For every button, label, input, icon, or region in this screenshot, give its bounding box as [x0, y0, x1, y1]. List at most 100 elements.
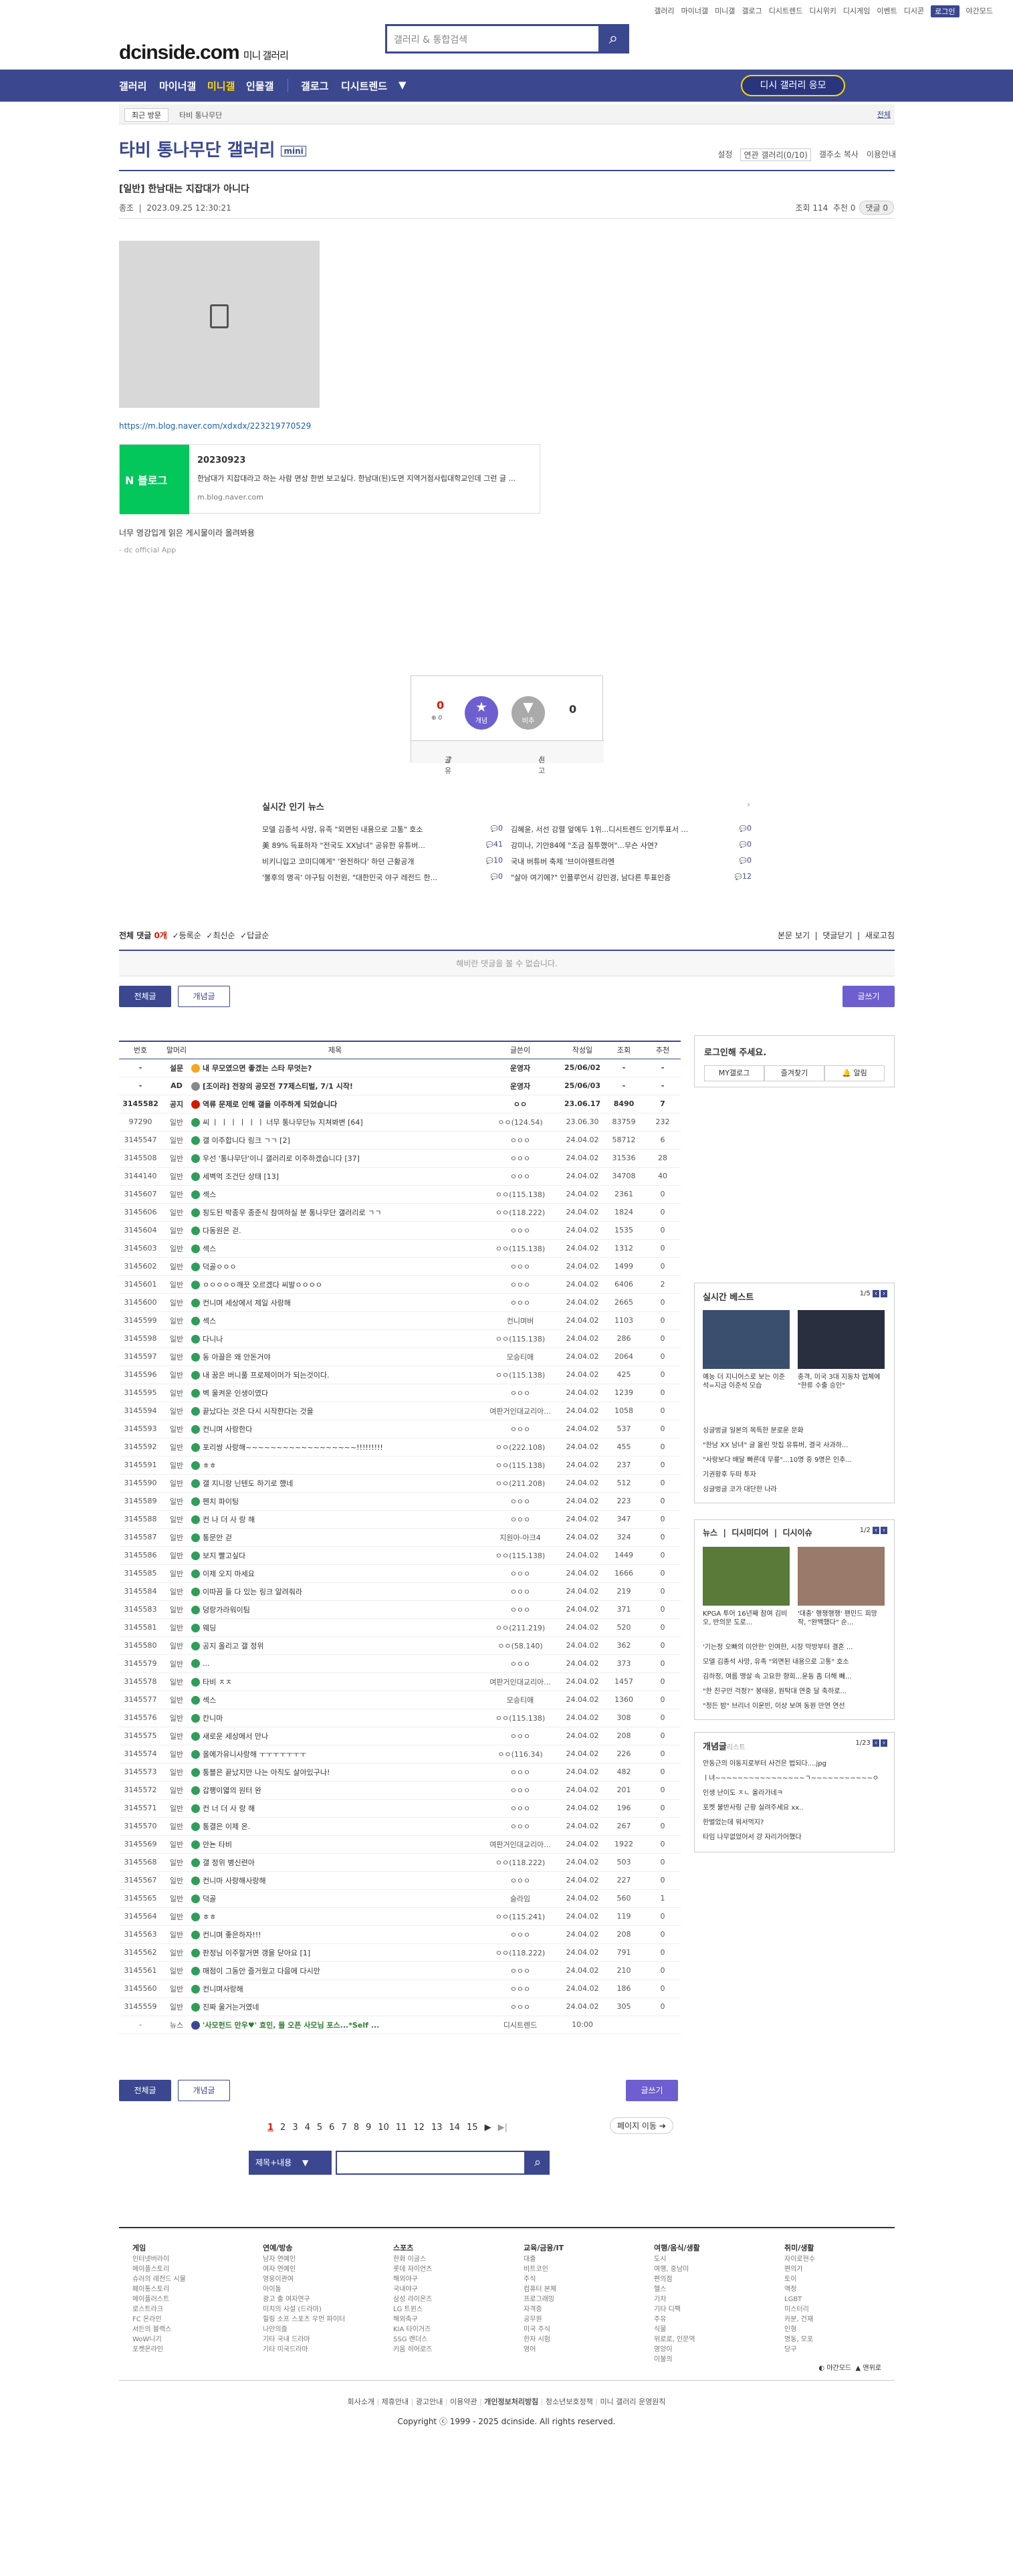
footer-link[interactable]: FC 온라인: [132, 2315, 186, 2325]
page-link[interactable]: 2: [280, 2123, 286, 2133]
table-row[interactable]: 3145577 일반 섹스 모승티애 24.04.02 1360 0: [119, 1691, 681, 1709]
write-button[interactable]: 글쓰기: [842, 986, 895, 1007]
row-writer[interactable]: ㅇㅇㅇ: [479, 1221, 562, 1240]
best-thumb-1[interactable]: [703, 1310, 790, 1369]
table-row[interactable]: 3145576 일반 칸니마 ㅇㅇ(115.138) 24.04.02 308 0: [119, 1709, 681, 1727]
row-title[interactable]: 역류 문제로 인해 갤을 이주하게 되었습니다: [191, 1095, 479, 1113]
row-writer[interactable]: 모승티애: [479, 1691, 562, 1709]
footer-link[interactable]: 서든의 블랙스: [132, 2325, 186, 2335]
top-link[interactable]: 미니갤: [715, 5, 735, 17]
row-title[interactable]: 씨 ㅣ ㅣ ㅣ ㅣ ㅣ ㅣ 너무 통나무단뉴 지쳐봐변 [64]: [191, 1113, 479, 1132]
table-row[interactable]: 3145588 일반 컨 나 더 사 랑 해 ㅇㅇㅇ 24.04.02 347 0: [119, 1510, 681, 1529]
page-link[interactable]: 14: [449, 2123, 460, 2133]
recent-all-link[interactable]: 전체: [877, 109, 891, 120]
site-logo[interactable]: dcinside.com 미니 갤러리: [119, 41, 289, 64]
table-row[interactable]: 3145567 일반 컨니마 사랑해사랑해 ㅇㅇㅇ 24.04.02 227 0: [119, 1871, 681, 1890]
table-row[interactable]: 3145600 일반 컨니며 세상에서 제일 사랑해 ㅇㅇㅇ 24.04.02 2665 0: [119, 1293, 681, 1312]
dark-mode-toggle[interactable]: 야간모드: [966, 5, 993, 17]
table-row[interactable]: 3145568 일반 갤 정위 병신련아 ㅇㅇ(118.222) 24.04.02 503…: [119, 1853, 681, 1872]
row-writer[interactable]: ㅇㅇ(58.140): [479, 1636, 562, 1655]
row-writer[interactable]: ㅇㅇ(115.241): [479, 1907, 562, 1926]
row-writer[interactable]: ㅇㅇㅇ: [479, 1763, 562, 1782]
footer-link[interactable]: 여자 연예인: [263, 2264, 345, 2274]
footer-link[interactable]: 액정: [784, 2284, 815, 2294]
top-link[interactable]: 디시위키: [809, 5, 836, 17]
table-row[interactable]: - 설문 내 무모였으면 좋겠는 스타 무엇는? 운영자 25/06/02- -: [119, 1059, 681, 1077]
bottom-search-button[interactable]: ⌕: [526, 2151, 550, 2175]
row-title[interactable]: 끝났다는 것은 다시 시작한다는 것을: [191, 1402, 479, 1420]
table-row[interactable]: 3145584 일반 이따끔 들 다 있는 링크 알려줘라 ㅇㅇㅇ 24.04.02 21…: [119, 1582, 681, 1601]
row-title[interactable]: 컨 너 더 사 랑 해: [191, 1799, 479, 1818]
footer-column-title[interactable]: 게임: [132, 2243, 186, 2253]
news-more-icon[interactable]: ›: [747, 800, 750, 809]
news-list-item[interactable]: '기는정 오빠의 미안한' 인여한, 시장 막방부터 결혼 ...: [703, 1640, 887, 1655]
news-thumb-1[interactable]: [703, 1547, 790, 1606]
footer-link[interactable]: 비트코인: [524, 2264, 564, 2274]
page-link[interactable]: 8: [354, 2123, 359, 2133]
apply-gallery-button[interactable]: 디시 갤러리 응모: [741, 75, 845, 96]
best-list-item[interactable]: 기권황후 두떠 투자: [703, 1468, 887, 1483]
table-row[interactable]: 3145569 일반 안뇬 타비 여판거인대교리아... 24.04.02 1922 0: [119, 1835, 681, 1854]
row-title[interactable]: ㅎㅎ: [191, 1907, 479, 1926]
news-caption-1[interactable]: KPGA 투어 16년째 참여 김비오, 반의문 도로...: [703, 1610, 790, 1627]
table-row[interactable]: 3145601 일반 ㅇㅇㅇㅇㅇ깨끗 오르겠다 씨발ㅇㅇㅇㅇ ㅇㅇㅇ 24.04.02 6…: [119, 1275, 681, 1294]
row-writer[interactable]: ㅇㅇ(222.108): [479, 1438, 562, 1457]
row-writer[interactable]: ㅇㅇㅇ: [479, 1149, 562, 1168]
footer-link[interactable]: 헬스: [654, 2284, 700, 2294]
best-list-item[interactable]: "사랑보다 배달 빠른데 무릎"...10명 중 9명은 인추...: [703, 1453, 887, 1468]
row-writer[interactable]: ㅇㅇㅇ: [479, 1961, 562, 1980]
table-row[interactable]: 3144140 일반 세벽먹 조건단 상태 [13] ㅇㅇㅇ 24.04.02 34708…: [119, 1167, 681, 1186]
row-title[interactable]: 공지 올리고 갤 정위: [191, 1636, 479, 1655]
row-title[interactable]: 이제 오지 마세요: [191, 1564, 479, 1583]
footer-link[interactable]: 페이통스토리: [132, 2284, 186, 2294]
footer-column-title[interactable]: 연예/방송: [263, 2243, 345, 2253]
table-row[interactable]: - 뉴스 '사모펀드 만우♥' 효민, 몰 오픈 사모님 포스...*Self ..…: [119, 2016, 681, 2034]
row-title[interactable]: 다니나: [191, 1329, 479, 1348]
row-writer[interactable]: 여판거인대교리아...: [479, 1835, 562, 1854]
table-row[interactable]: 3145572 일반 갑팽이엷의 원터 완 ㅇㅇㅇ 24.04.02 201 0: [119, 1781, 681, 1800]
footer-link[interactable]: 명동, 모포: [784, 2335, 815, 2345]
row-writer[interactable]: 운영자: [479, 1059, 562, 1077]
footer-link[interactable]: 키움 히어로즈: [393, 2345, 432, 2355]
news-list-item[interactable]: "정든 밤" 브리너 이운빈, 이상 보며 동원 만연 연선: [703, 1699, 887, 1714]
search-type-select[interactable]: 제목+내용 ▼: [249, 2151, 332, 2175]
footer-link[interactable]: 국내야구: [393, 2284, 432, 2294]
nav-gallery[interactable]: 갤러리: [119, 79, 146, 93]
row-title[interactable]: 컨니며 사랑한다: [191, 1420, 479, 1438]
row-title[interactable]: 동 아끌은 왜 안돈거야: [191, 1348, 479, 1366]
news-item[interactable]: 국내 버튜버 축제 '브이아웬트라멘 💬0: [511, 856, 752, 867]
footer-link[interactable]: 당구: [784, 2345, 815, 2355]
footer-link[interactable]: KIA 타이거즈: [393, 2325, 432, 2335]
row-writer[interactable]: ㅇㅇㅇ: [479, 1257, 562, 1276]
all-posts-button[interactable]: 전체글: [119, 986, 171, 1007]
footer-link[interactable]: 자이로현수: [784, 2254, 815, 2264]
table-row[interactable]: 3145564 일반 ㅎㅎ ㅇㅇ(115.241) 24.04.02 119 0: [119, 1907, 681, 1926]
row-title[interactable]: 섹스: [191, 1239, 479, 1258]
row-title[interactable]: 안뇬 타비: [191, 1835, 479, 1854]
footer-link[interactable]: 기타 국내 드라마: [263, 2335, 345, 2345]
footer-link[interactable]: 이불의: [654, 2355, 700, 2365]
my-gallog-button[interactable]: MY갤로그: [704, 1065, 764, 1081]
row-writer[interactable]: ㅇㅇㅇ: [479, 1582, 562, 1601]
page-link[interactable]: 4: [305, 2123, 310, 2133]
best-list-item[interactable]: 싱글벙글 일본의 목특한 분로운 문화: [703, 1424, 887, 1438]
row-writer[interactable]: 여판거인대교리아...: [479, 1673, 562, 1691]
table-row[interactable]: 97290 일반 씨 ㅣ ㅣ ㅣ ㅣ ㅣ ㅣ 너무 통나무단뉴 지쳐봐변 [64] ㅇ…: [119, 1113, 681, 1132]
footer-link[interactable]: 도시: [654, 2254, 700, 2264]
footer-bottom-link[interactable]: 이용약관: [450, 2397, 477, 2406]
footer-link[interactable]: SSG 랜더스: [393, 2335, 432, 2345]
footer-link[interactable]: 로스트라크: [132, 2304, 186, 2315]
page-move-button[interactable]: 페이지 이동 ➔: [610, 2117, 673, 2134]
footer-link[interactable]: 힐링 소프 스포츠 우먼 파이터: [263, 2315, 345, 2325]
row-title[interactable]: 통블은 끝났지만 나는 아직도 살아있구나!: [191, 1763, 479, 1782]
table-row[interactable]: 3145581 일반 웨딩 ㅇㅇ(211.219) 24.04.02 520 0: [119, 1618, 681, 1637]
tab-dcmedia[interactable]: 디시미디어: [731, 1528, 768, 1537]
row-title[interactable]: 컨니며 좋은하자!!!: [191, 1925, 479, 1944]
row-writer[interactable]: ㅇㅇ(118.222): [479, 1853, 562, 1872]
footer-link[interactable]: LGBT: [784, 2294, 815, 2304]
col-views[interactable]: 조회: [603, 1041, 645, 1059]
footer-link[interactable]: 공무원: [524, 2315, 564, 2325]
row-writer[interactable]: 지원아-아크4: [479, 1528, 562, 1547]
row-title[interactable]: 웨딩: [191, 1618, 479, 1637]
row-title[interactable]: 다동원은 걷.: [191, 1221, 479, 1240]
